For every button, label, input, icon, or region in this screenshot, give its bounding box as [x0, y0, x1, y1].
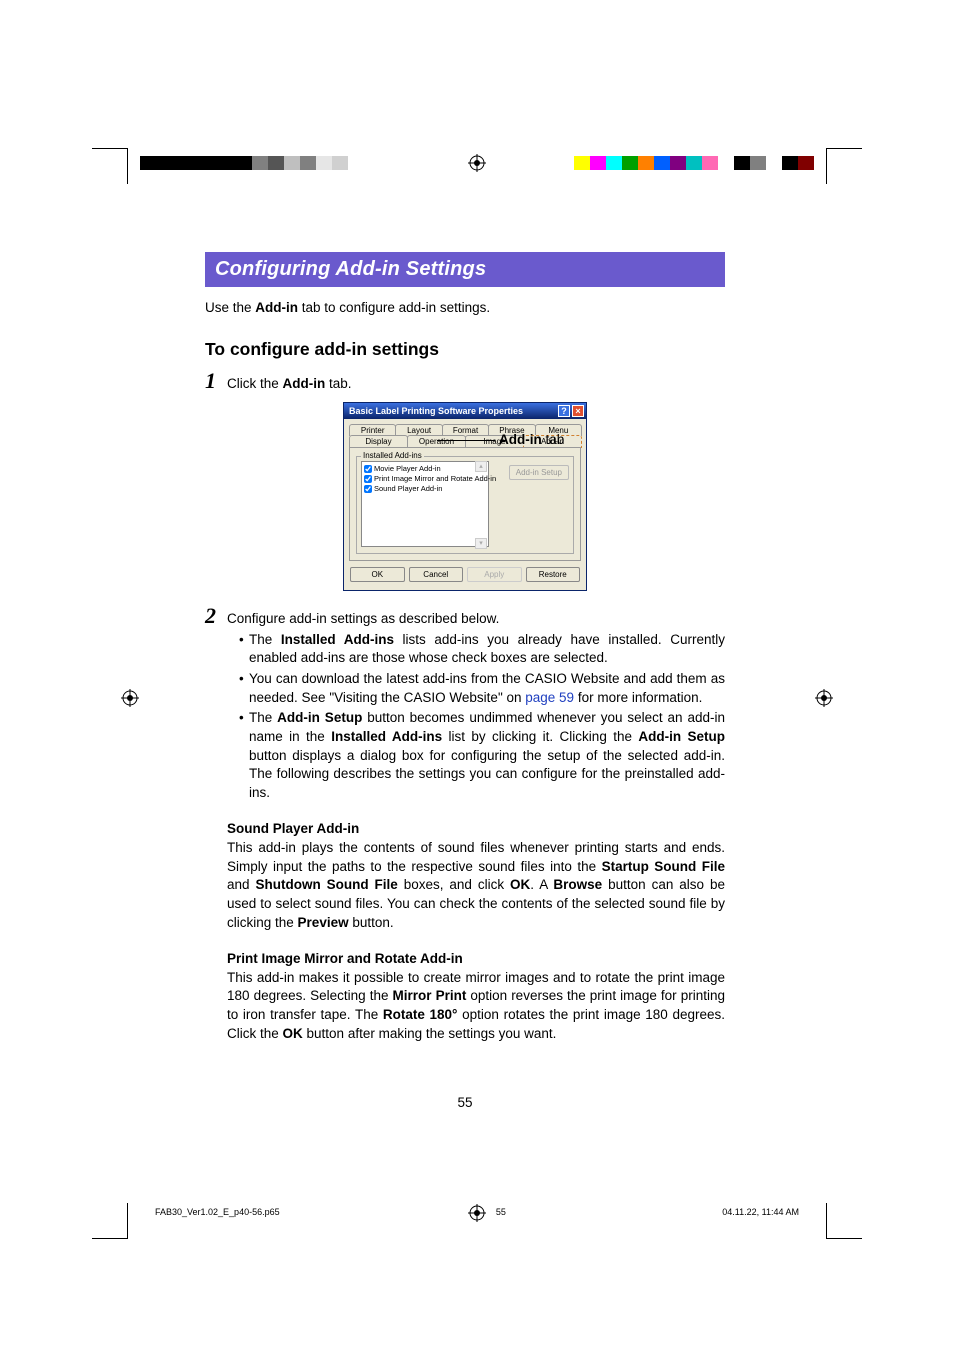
colorbar-swatch	[622, 156, 638, 170]
colorbar-swatch	[348, 156, 364, 170]
close-button[interactable]: ×	[572, 405, 584, 417]
colorbar-swatch	[654, 156, 670, 170]
colorbar-swatch	[590, 156, 606, 170]
group-label: Installed Add-ins	[361, 451, 424, 460]
dialog-title-text: Basic Label Printing Software Properties	[349, 406, 523, 416]
ok-button[interactable]: OK	[350, 567, 405, 582]
print-rotate-paragraph: This add-in makes it possible to create …	[227, 969, 725, 1044]
help-button[interactable]: ?	[558, 405, 570, 417]
section-heading: Configuring Add-in Settings	[205, 252, 725, 287]
footer-page: 55	[496, 1207, 506, 1217]
colorbar-swatch	[220, 156, 236, 170]
colorbar-swatch	[284, 156, 300, 170]
subsection-heading: To configure add-in settings	[205, 339, 725, 360]
colorbar-swatch	[734, 156, 750, 170]
colorbar-swatch	[798, 156, 814, 170]
cancel-button[interactable]: Cancel	[409, 567, 464, 582]
colorbar-right	[574, 156, 814, 170]
dialog-titlebar: Basic Label Printing Software Properties…	[344, 403, 586, 419]
addin-checkbox[interactable]	[364, 465, 372, 473]
colorbar-swatch	[236, 156, 252, 170]
installed-addins-group: Installed Add-ins Movie Player Add-inPri…	[356, 456, 574, 554]
step-number-1: 1	[205, 368, 227, 394]
colorbar-swatch	[750, 156, 766, 170]
crop-mark-tr	[826, 148, 862, 184]
addin-item[interactable]: Print Image Mirror and Rotate Add-in	[364, 474, 486, 483]
colorbar-swatch	[606, 156, 622, 170]
scroll-up-icon[interactable]: ▴	[475, 461, 487, 472]
callout-label: Add-in tab	[499, 432, 564, 447]
print-rotate-heading: Print Image Mirror and Rotate Add-in	[227, 950, 725, 969]
bullet-item: You can download the latest add-ins from…	[239, 670, 725, 707]
colorbar-swatch	[172, 156, 188, 170]
colorbar-swatch	[188, 156, 204, 170]
colorbar-swatch	[574, 156, 590, 170]
addin-setup-button[interactable]: Add-in Setup	[509, 465, 569, 480]
addin-list[interactable]: Movie Player Add-inPrint Image Mirror an…	[361, 461, 489, 547]
bullet-list: The Installed Add-ins lists add-ins you …	[239, 631, 725, 803]
colorbar-swatch	[718, 156, 734, 170]
colorbar-swatch	[766, 156, 782, 170]
registration-mark-icon	[814, 688, 834, 708]
colorbar-swatch	[268, 156, 284, 170]
registration-mark-icon	[120, 688, 140, 708]
colorbar-swatch	[686, 156, 702, 170]
addin-checkbox[interactable]	[364, 485, 372, 493]
crop-mark-tl	[92, 148, 128, 184]
page-link[interactable]: page 59	[525, 690, 574, 705]
footer-date: 04.11.22, 11:44 AM	[722, 1207, 799, 1217]
colorbar-swatch	[638, 156, 654, 170]
colorbar-left	[140, 156, 380, 170]
colorbar-swatch	[702, 156, 718, 170]
apply-button[interactable]: Apply	[467, 567, 522, 582]
sound-player-paragraph: This add-in plays the contents of sound …	[227, 839, 725, 932]
sound-player-heading: Sound Player Add-in	[227, 820, 725, 839]
addin-item[interactable]: Movie Player Add-in	[364, 464, 486, 473]
addin-label: Movie Player Add-in	[374, 464, 441, 473]
print-footer: FAB30_Ver1.02_E_p40-56.p65 55 04.11.22, …	[155, 1207, 799, 1217]
addin-checkbox[interactable]	[364, 475, 372, 483]
colorbar-swatch	[140, 156, 156, 170]
crop-mark-br	[826, 1203, 862, 1239]
addin-item[interactable]: Sound Player Add-in	[364, 484, 486, 493]
page-number: 55	[205, 1095, 725, 1110]
intro-text: Use the Add-in tab to configure add-in s…	[205, 299, 725, 317]
registration-mark-icon	[467, 153, 487, 173]
step-2-text: Configure add-in settings as described b…	[227, 610, 725, 629]
colorbar-swatch	[300, 156, 316, 170]
colorbar-swatch	[156, 156, 172, 170]
colorbar-swatch	[316, 156, 332, 170]
colorbar-swatch	[204, 156, 220, 170]
colorbar-swatch	[782, 156, 798, 170]
addin-label: Sound Player Add-in	[374, 484, 442, 493]
scroll-down-icon[interactable]: ▾	[475, 538, 487, 549]
restore-button[interactable]: Restore	[526, 567, 581, 582]
bullet-item: The Installed Add-ins lists add-ins you …	[239, 631, 725, 668]
crop-mark-bl	[92, 1203, 128, 1239]
callout-line	[437, 440, 495, 441]
colorbar-swatch	[364, 156, 380, 170]
footer-filename: FAB30_Ver1.02_E_p40-56.p65	[155, 1207, 280, 1217]
properties-dialog: Basic Label Printing Software Properties…	[343, 402, 587, 591]
bullet-item: The Add-in Setup button becomes undimmed…	[239, 709, 725, 802]
addin-label: Print Image Mirror and Rotate Add-in	[374, 474, 496, 483]
colorbar-swatch	[252, 156, 268, 170]
step-1-text: Click the Add-in tab.	[227, 375, 725, 394]
colorbar-swatch	[670, 156, 686, 170]
step-number-2: 2	[205, 603, 227, 629]
colorbar-swatch	[332, 156, 348, 170]
